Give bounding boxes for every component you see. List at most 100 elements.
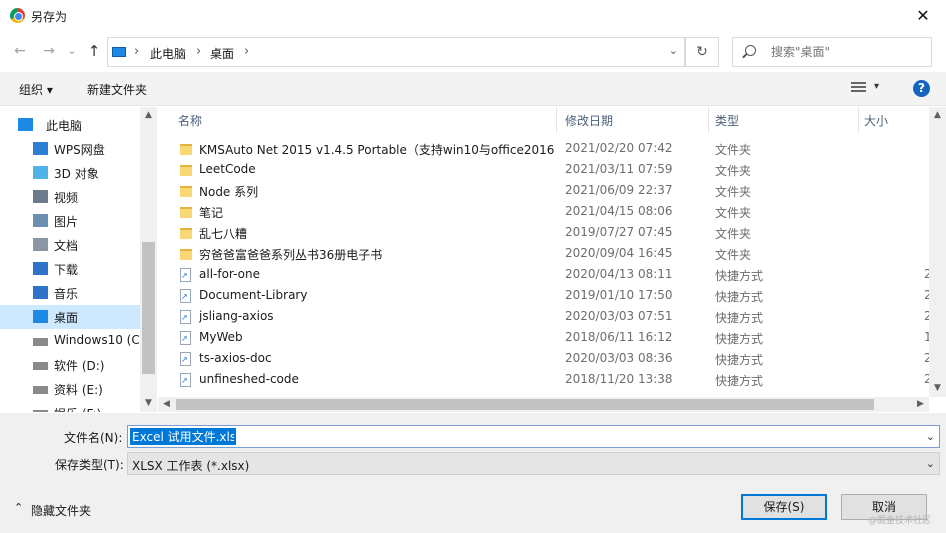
video-icon <box>33 190 48 203</box>
sidebar-item[interactable]: 资料 (E:) <box>0 377 140 401</box>
sidebar-item[interactable]: 图片 <box>0 209 140 233</box>
column-divider[interactable] <box>708 107 709 133</box>
address-bar[interactable]: › 此电脑 › 桌面 › ⌄ <box>107 37 685 67</box>
file-name: jsliang-axios <box>199 309 274 323</box>
file-date: 2020/04/13 08:11 <box>565 267 673 281</box>
file-type: 快捷方式 <box>715 353 764 367</box>
sidebar-item[interactable]: 文档 <box>0 233 140 257</box>
up-button[interactable]: ↑ <box>84 41 104 61</box>
folder-icon <box>180 186 192 197</box>
file-row[interactable]: Node 系列 2021/06/09 22:37 文件夹 <box>158 181 933 202</box>
sidebar-item-label: 此电脑 <box>46 119 83 133</box>
filename-field[interactable]: ⌄ <box>127 425 940 448</box>
sidebar-item[interactable]: 3D 对象 <box>0 161 140 185</box>
breadcrumb-separator[interactable]: › <box>134 44 139 59</box>
chevron-down-icon[interactable]: ⌄ <box>926 430 935 443</box>
breadcrumb-desktop[interactable]: 桌面 <box>210 45 234 62</box>
file-row[interactable]: KMSAuto Net 2015 v1.4.5 Portable（支持win10… <box>158 139 933 160</box>
view-options-icon[interactable] <box>851 82 866 94</box>
file-row[interactable]: jsliang-axios2020/03/03 07:51快捷方式2 <box>158 307 933 328</box>
forward-button[interactable]: → <box>39 41 59 61</box>
sidebar-item[interactable]: WPS网盘 <box>0 137 140 161</box>
close-button[interactable]: ✕ <box>900 0 946 32</box>
column-header-type[interactable]: 类型 <box>715 107 739 133</box>
cloud-icon <box>33 142 48 155</box>
new-folder-button[interactable]: 新建文件夹 <box>87 81 147 98</box>
help-icon[interactable]: ? <box>913 80 930 97</box>
computer-icon <box>112 47 126 57</box>
file-type: 文件夹 <box>715 143 752 157</box>
sidebar-item[interactable]: 软件 (D:) <box>0 353 140 377</box>
file-row[interactable]: Document-Library2019/01/10 17:50快捷方式2 <box>158 286 933 307</box>
refresh-button[interactable]: ↻ <box>685 37 719 67</box>
scroll-right-arrow[interactable]: ▶ <box>912 396 929 412</box>
column-header-name[interactable]: 名称 <box>178 107 202 133</box>
file-row[interactable]: all-for-one2020/04/13 08:11快捷方式2 <box>158 265 933 286</box>
column-divider[interactable] <box>556 107 557 133</box>
recent-locations-button[interactable]: ⌄ <box>62 41 82 61</box>
sidebar-item[interactable]: 桌面 <box>0 305 140 329</box>
file-row[interactable]: ts-axios-doc2020/03/03 08:36快捷方式2 <box>158 349 933 370</box>
file-list-scrollbar[interactable]: ▲ ▼ <box>929 107 946 397</box>
chevron-down-icon[interactable]: ⌄ <box>926 457 935 470</box>
file-row[interactable]: 乱七八糟 2019/07/27 07:45 文件夹 <box>158 223 933 244</box>
file-date: 2018/11/20 13:38 <box>565 372 673 386</box>
sidebar-scrollbar[interactable]: ▲ ▼ <box>140 107 157 412</box>
file-row[interactable]: 笔记 2021/04/15 08:06 文件夹 <box>158 202 933 223</box>
breadcrumb-this-pc[interactable]: 此电脑 <box>150 45 186 62</box>
folder-icon <box>180 228 192 239</box>
sidebar-item-label: 娱乐 (F:) <box>54 405 101 412</box>
file-name: 乱七八糟 <box>199 227 248 241</box>
sidebar-item[interactable]: ›此电脑 <box>0 113 140 137</box>
computer-icon <box>18 118 33 131</box>
sidebar-item-label: 音乐 <box>54 287 79 301</box>
watermark: @掘金技术社区 <box>868 516 932 526</box>
shortcut-icon <box>180 352 191 366</box>
scroll-up-arrow[interactable]: ▲ <box>929 107 946 124</box>
sidebar-item[interactable]: 音乐 <box>0 281 140 305</box>
column-header-date[interactable]: 修改日期 <box>565 107 613 133</box>
file-type: 文件夹 <box>715 185 752 199</box>
column-divider[interactable] <box>858 107 859 133</box>
scroll-down-arrow[interactable]: ▼ <box>929 380 946 397</box>
file-row[interactable]: 穷爸爸富爸爸系列丛书36册电子书 2020/09/04 16:45 文件夹 <box>158 244 933 265</box>
sidebar-item-label: Windows10 (C: <box>54 333 144 347</box>
window-title: 另存为 <box>31 10 68 24</box>
scroll-down-arrow[interactable]: ▼ <box>140 395 157 412</box>
search-input[interactable] <box>771 44 921 60</box>
organize-button[interactable]: 组织 ▾ <box>19 81 53 98</box>
shortcut-icon <box>180 310 191 324</box>
scrollbar-thumb[interactable] <box>176 399 874 410</box>
shortcut-icon <box>180 268 191 282</box>
file-date: 2018/06/11 16:12 <box>565 330 673 344</box>
file-row[interactable]: MyWeb2018/06/11 16:12快捷方式1 <box>158 328 933 349</box>
back-button[interactable]: ← <box>10 41 30 61</box>
search-box[interactable] <box>732 37 932 67</box>
sidebar-item[interactable]: 视频 <box>0 185 140 209</box>
scroll-left-arrow[interactable]: ◀ <box>158 396 175 412</box>
horizontal-scrollbar[interactable]: ◀ ▶ <box>158 397 929 412</box>
file-name: MyWeb <box>199 330 243 344</box>
save-button[interactable]: 保存(S) <box>741 494 827 520</box>
save-type-select[interactable]: XLSX 工作表 (*.xlsx) ⌄ <box>127 452 940 475</box>
sidebar-item[interactable]: Windows10 (C: <box>0 329 144 353</box>
cube-icon <box>33 166 48 179</box>
file-type: 文件夹 <box>715 206 752 220</box>
file-row[interactable]: unfineshed-code2018/11/20 13:38快捷方式2 <box>158 370 933 391</box>
column-header-size[interactable]: 大小 <box>864 107 888 133</box>
file-date: 2020/03/03 07:51 <box>565 309 673 323</box>
file-row[interactable]: LeetCode 2021/03/11 07:59 文件夹 <box>158 160 933 181</box>
folder-icon <box>180 207 192 218</box>
scroll-up-arrow[interactable]: ▲ <box>140 107 157 124</box>
file-type: 快捷方式 <box>715 269 764 283</box>
chevron-down-icon[interactable]: ⌄ <box>669 44 678 57</box>
scrollbar-thumb[interactable] <box>142 242 155 374</box>
filename-input[interactable] <box>130 428 236 445</box>
sidebar-item[interactable]: 娱乐 (F:) <box>0 401 140 412</box>
view-dropdown[interactable]: ▾ <box>874 81 879 92</box>
music-icon <box>33 286 48 299</box>
file-name: 穷爸爸富爸爸系列丛书36册电子书 <box>199 248 383 262</box>
breadcrumb-separator[interactable]: › <box>244 44 249 59</box>
sidebar-item[interactable]: 下载 <box>0 257 140 281</box>
breadcrumb-separator[interactable]: › <box>196 44 201 59</box>
